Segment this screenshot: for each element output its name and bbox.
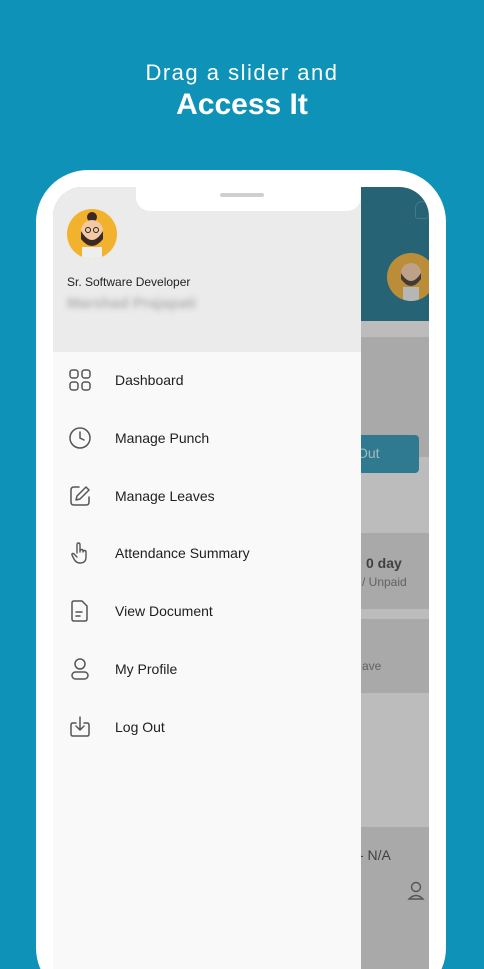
clock-icon	[69, 427, 91, 449]
user-name: Marshad Prajapati	[67, 295, 197, 312]
drawer-menu: Dashboard Manage Punch Manage Leaves Att…	[53, 352, 361, 757]
user-icon	[71, 658, 89, 680]
pointer-hand-icon	[71, 542, 87, 565]
menu-label: Dashboard	[115, 372, 184, 388]
navigation-drawer: Sr. Software Developer Marshad Prajapati…	[53, 187, 361, 969]
menu-label: Manage Leaves	[115, 487, 215, 504]
headline: Drag a slider and Access It	[0, 60, 484, 122]
menu-item-attendance-summary[interactable]: Attendance Summary	[53, 525, 361, 583]
grid-icon	[69, 369, 91, 391]
menu-label: Manage Punch	[115, 429, 210, 446]
menu-item-log-out[interactable]: Log Out	[53, 699, 361, 757]
phone-notch	[136, 187, 361, 211]
drawer-header: Sr. Software Developer Marshad Prajapati	[53, 187, 361, 352]
menu-item-view-document[interactable]: View Document	[53, 583, 361, 641]
avatar[interactable]	[67, 209, 117, 259]
speaker-bar	[220, 193, 264, 197]
logout-icon	[70, 716, 90, 737]
edit-icon	[70, 485, 90, 506]
headline-line2: Access It	[176, 88, 308, 121]
menu-item-dashboard[interactable]: Dashboard	[53, 352, 361, 410]
menu-label: Attendance Summary	[115, 545, 250, 562]
user-designation: Sr. Software Developer	[67, 275, 191, 289]
menu-item-manage-leaves[interactable]: Manage Leaves	[53, 468, 361, 526]
menu-label: Log Out	[115, 718, 165, 735]
document-icon	[71, 600, 88, 622]
menu-item-my-profile[interactable]: My Profile	[53, 641, 361, 699]
phone-screen: Out 0 day / Unpaid ave - N/A Sr. Softwar…	[53, 187, 429, 969]
menu-label: My Profile	[115, 660, 178, 677]
headline-line1: Drag a slider and	[145, 60, 339, 85]
menu-item-manage-punch[interactable]: Manage Punch	[53, 410, 361, 468]
menu-label: View Document	[115, 603, 213, 620]
